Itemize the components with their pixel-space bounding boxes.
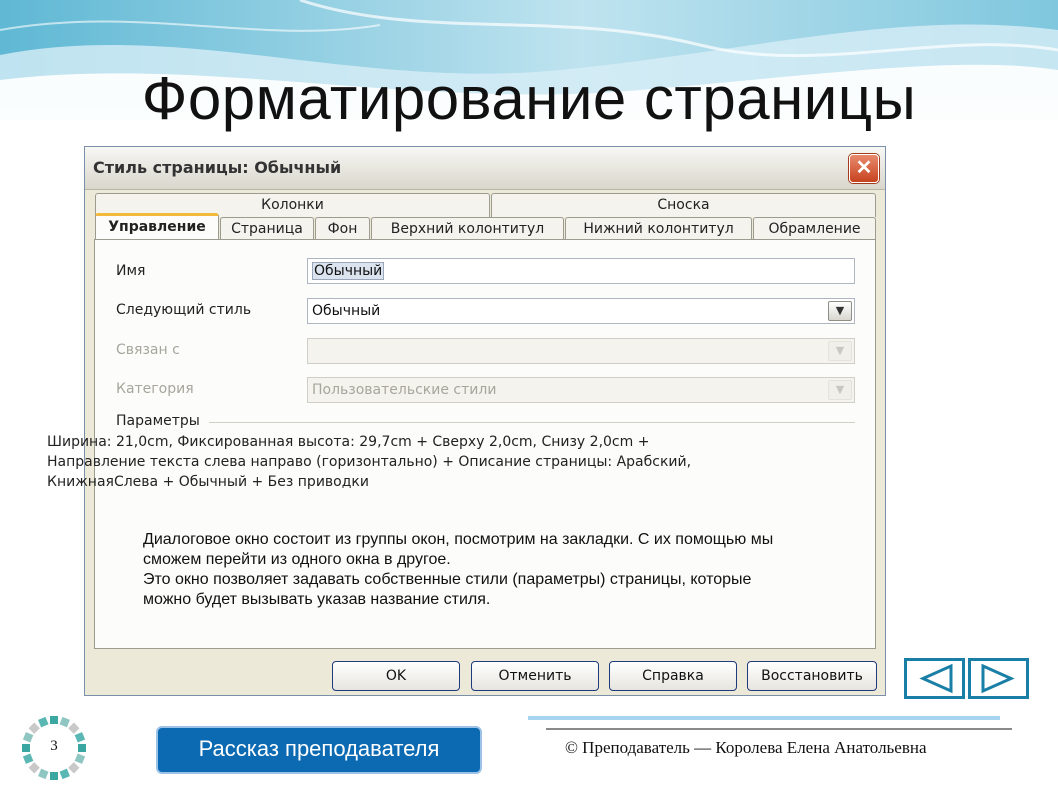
name-field[interactable]: Обычный	[307, 258, 855, 284]
triangle-left-icon	[919, 663, 953, 694]
ring-dot	[38, 768, 49, 780]
ring-dot	[38, 716, 49, 728]
ok-button[interactable]: OK	[332, 661, 460, 691]
triangle-right-icon	[981, 663, 1015, 694]
next-style-select[interactable]: Обычный ▼	[307, 298, 855, 324]
params-divider	[209, 422, 855, 423]
tab-management[interactable]: Управление	[95, 213, 219, 242]
dialog-title: Стиль страницы: Обычный	[93, 158, 342, 177]
ring-dot	[59, 768, 70, 780]
page-number: 3	[50, 738, 58, 754]
params-label: Параметры	[116, 413, 200, 429]
next-style-label: Следующий стиль	[116, 302, 252, 318]
ring-dot	[50, 716, 58, 724]
linked-label: Связан с	[116, 342, 180, 358]
next-slide-button[interactable]	[968, 658, 1029, 699]
next-style-value: Обычный	[312, 303, 381, 319]
ring-dot	[50, 772, 58, 780]
help-button[interactable]: Справка	[609, 661, 737, 691]
ring-dot	[22, 732, 34, 743]
chevron-down-icon: ▼	[828, 341, 852, 361]
category-label: Категория	[116, 381, 194, 397]
page-style-dialog: Стиль страницы: Обычный ✕ Колонки Сноска…	[84, 146, 886, 696]
tab-footnote[interactable]: Сноска	[491, 193, 876, 217]
close-icon[interactable]: ✕	[849, 154, 879, 183]
cancel-button[interactable]: Отменить	[471, 661, 599, 691]
tab-borders[interactable]: Обрамление	[753, 217, 876, 241]
ring-dot	[74, 732, 86, 743]
ring-dot	[22, 744, 30, 752]
ring-dot	[68, 762, 80, 774]
chevron-down-icon[interactable]: ▼	[828, 301, 852, 321]
ring-dot	[78, 744, 86, 752]
tab-background[interactable]: Фон	[315, 217, 370, 241]
ring-dot	[74, 753, 86, 764]
slide-title: Форматирование страницы	[141, 65, 917, 132]
copyright-text: © Преподаватель — Королева Елена Анатоль…	[565, 738, 927, 757]
dialog-titlebar: Стиль страницы: Обычный ✕	[85, 147, 885, 190]
ring-dot	[68, 722, 80, 734]
tab-header[interactable]: Верхний колонтитул	[371, 217, 564, 241]
ring-dot	[59, 716, 70, 728]
ring-dot	[28, 722, 40, 734]
slide-note: Диалоговое окно состоит из группы окон, …	[143, 531, 774, 608]
name-field-value: Обычный	[312, 262, 385, 280]
prev-slide-button[interactable]	[904, 658, 965, 699]
chevron-down-icon: ▼	[828, 380, 852, 400]
tab-footer[interactable]: Нижний колонтитул	[565, 217, 752, 241]
footer-line-gray	[546, 728, 1012, 730]
ring-dot	[28, 762, 40, 774]
footer-line-blue	[528, 716, 1000, 720]
teacher-story-button[interactable]: Рассказ преподавателя	[156, 726, 482, 774]
params-text: Ширина: 21,0cm, Фиксированная высота: 29…	[47, 434, 692, 490]
name-label: Имя	[116, 263, 146, 279]
category-value: Пользовательские стили	[312, 382, 497, 398]
ring-dot	[22, 753, 34, 764]
tab-page[interactable]: Страница	[220, 217, 314, 241]
reset-button[interactable]: Восстановить	[747, 661, 877, 691]
category-select: Пользовательские стили ▼	[307, 377, 855, 403]
linked-select: ▼	[307, 338, 855, 364]
